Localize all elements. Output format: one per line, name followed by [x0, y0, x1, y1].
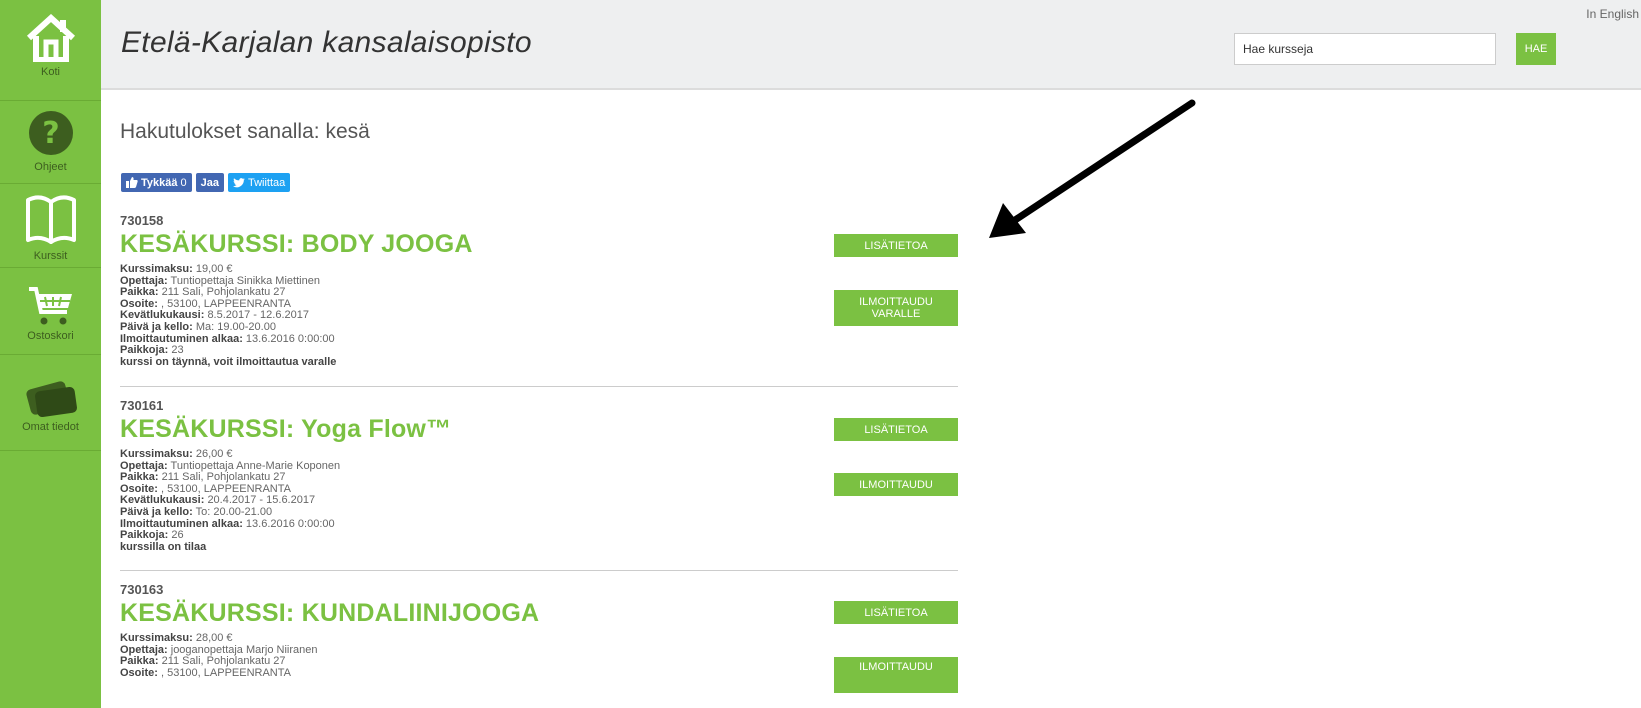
enroll-button[interactable]: ILMOITTAUDU [834, 657, 958, 693]
detail-enrollment: Ilmoittautuminen alkaa: 13.6.2016 0:00:0… [120, 332, 335, 345]
search-input[interactable] [1234, 33, 1496, 65]
sidebar-item-kurssit[interactable]: Kurssit [0, 184, 101, 268]
more-info-button[interactable]: LISÄTIETOA [834, 234, 958, 257]
course-status: kurssilla on tilaa [120, 540, 207, 553]
site-title: Etelä-Karjalan kansalaisopisto [121, 26, 532, 59]
book-icon [25, 195, 76, 244]
share-label: Jaa [200, 176, 219, 189]
divider [120, 570, 958, 571]
more-info-button[interactable]: LISÄTIETOA [834, 601, 958, 624]
course-code: 730161 [120, 398, 164, 413]
twitter-tweet-button[interactable]: Twiittaa [227, 173, 291, 192]
detail-seats: Paikkoja: 23 [120, 344, 184, 357]
sidebar-item-ohjeet[interactable]: ? Ohjeet [0, 101, 101, 184]
page: Koti ? Ohjeet Kurssit Ostoskori Omat tie… [0, 0, 1641, 708]
help-icon: ? [28, 111, 73, 155]
home-icon [26, 14, 75, 62]
sidebar-item-label: Ostoskori [27, 330, 74, 342]
sidebar-item-label: Koti [41, 66, 60, 78]
enroll-button[interactable]: ILMOITTAUDU [834, 473, 958, 496]
course-details: Kurssimaksu: 19,00 € Opettaja: Tuntiopet… [120, 263, 958, 368]
detail-enrollment: Ilmoittautuminen alkaa: 13.6.2016 0:00:0… [120, 517, 335, 530]
sidebar-item-label: Ohjeet [34, 161, 67, 173]
course-code: 730163 [120, 582, 164, 597]
sidebar-item-label: Kurssit [33, 250, 68, 262]
course-card: 730161 KESÄKURSSI: Yoga Flow™ Kurssimaks… [120, 398, 958, 553]
twitter-bird-icon [232, 177, 245, 187]
like-count: 0 [180, 176, 187, 189]
divider [120, 386, 958, 387]
results-heading: Hakutulokset sanalla: kesä [120, 120, 370, 143]
course-code: 730158 [120, 213, 164, 228]
thumbs-up-icon [126, 177, 138, 188]
like-label: Tykkää [141, 176, 178, 189]
course-card: 730158 KESÄKURSSI: BODY JOOGA Kurssimaks… [120, 213, 958, 368]
header: Etelä-Karjalan kansalaisopisto In Englis… [101, 0, 1641, 90]
facebook-like-button[interactable]: Tykkää 0 [121, 173, 192, 192]
language-link[interactable]: In English [1586, 7, 1639, 21]
sidebar-item-label: Omat tiedot [22, 421, 79, 433]
social-share-bar: Tykkää 0 Jaa Twiittaa [121, 173, 291, 192]
sidebar-item-ostoskori[interactable]: Ostoskori [0, 268, 101, 355]
more-info-button[interactable]: LISÄTIETOA [834, 418, 958, 441]
course-details: Kurssimaksu: 26,00 € Opettaja: Tuntiopet… [120, 448, 958, 553]
course-title[interactable]: KESÄKURSSI: BODY JOOGA [120, 230, 958, 259]
cart-icon [28, 287, 72, 325]
course-title[interactable]: KESÄKURSSI: KUNDALIINIJOOGA [120, 599, 958, 628]
enroll-waitlist-button[interactable]: ILMOITTAUDU VARALLE [834, 290, 958, 326]
detail-seats: Paikkoja: 26 [120, 529, 184, 542]
course-card: 730163 KESÄKURSSI: KUNDALIINIJOOGA Kurss… [120, 582, 958, 679]
course-title[interactable]: KESÄKURSSI: Yoga Flow™ [120, 415, 958, 444]
course-status: kurssi on täynnä, voit ilmoittautua vara… [120, 355, 337, 368]
search-button[interactable]: HAE [1516, 33, 1556, 65]
svg-text:?: ? [42, 116, 59, 151]
sidebar-item-koti[interactable]: Koti [0, 0, 101, 101]
profile-icon [25, 381, 77, 417]
sidebar-item-omat-tiedot[interactable]: Omat tiedot [0, 355, 101, 451]
detail-address: Osoite: , 53100, LAPPEENRANTA [120, 666, 291, 679]
sidebar: Koti ? Ohjeet Kurssit Ostoskori Omat tie… [0, 0, 101, 708]
course-details: Kurssimaksu: 28,00 € Opettaja: jooganope… [120, 632, 958, 679]
facebook-share-button[interactable]: Jaa [195, 173, 224, 192]
tweet-label: Twiittaa [247, 176, 286, 189]
